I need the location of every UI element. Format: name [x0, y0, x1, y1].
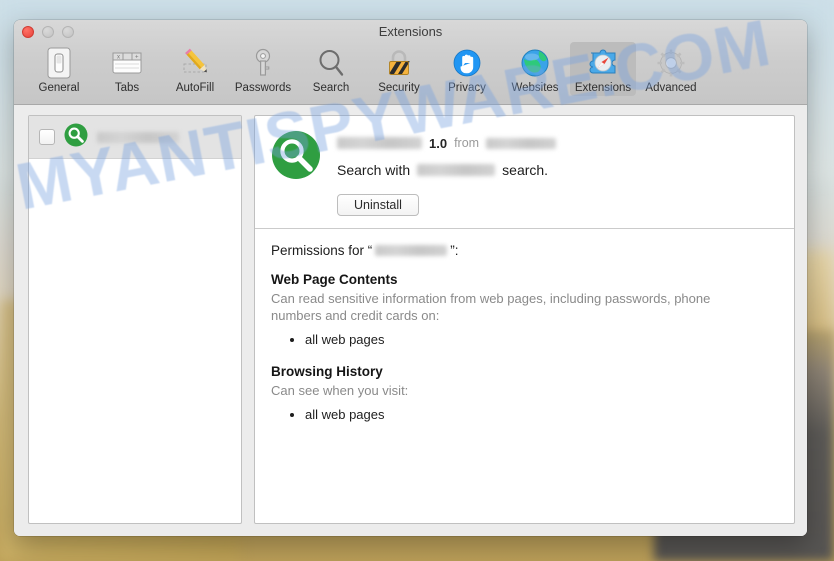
- toolbar-label: Security: [378, 82, 420, 94]
- list-item[interactable]: [29, 116, 241, 159]
- extension-detail-panel: 1.0 from Search with search. Uninstall P…: [254, 115, 795, 524]
- preferences-content: 1.0 from Search with search. Uninstall P…: [14, 105, 807, 536]
- search-icon: [300, 46, 362, 80]
- toolbar-label: Advanced: [645, 82, 697, 94]
- toolbar-label: Extensions: [574, 82, 632, 94]
- autofill-icon: [164, 46, 226, 80]
- toolbar-label: Privacy: [448, 82, 486, 94]
- toolbar-item-passwords[interactable]: Passwords: [230, 42, 296, 96]
- toolbar-label: General: [38, 82, 80, 94]
- toolbar-item-security[interactable]: Security: [366, 42, 432, 96]
- permission-group-title: Browsing History: [271, 363, 383, 379]
- toolbar-item-privacy[interactable]: Privacy: [434, 42, 500, 96]
- privacy-icon: [436, 46, 498, 80]
- description-name-redacted: [417, 164, 496, 176]
- toolbar-label: AutoFill: [175, 82, 215, 94]
- extension-detail-header: 1.0 from Search with search. Uninstall: [255, 116, 794, 229]
- permission-group-title: Web Page Contents: [271, 272, 398, 287]
- extension-name-redacted: [337, 137, 422, 149]
- toolbar-item-extensions[interactable]: Extensions: [570, 42, 636, 96]
- toolbar-label: Websites: [511, 82, 559, 94]
- svg-text:x: x: [117, 55, 120, 61]
- tabs-icon: x +: [96, 46, 158, 80]
- permission-bullet: all web pages: [305, 405, 778, 425]
- toolbar-label: Tabs: [114, 82, 140, 94]
- general-icon: [28, 46, 90, 80]
- permission-group-browsing-history: Browsing History Can see when you visit:…: [271, 364, 778, 425]
- extension-list[interactable]: [28, 115, 242, 524]
- toolbar-label: Passwords: [234, 82, 292, 94]
- permission-bullet: all web pages: [305, 330, 778, 350]
- toolbar-item-search[interactable]: Search: [298, 42, 364, 96]
- extension-publisher-redacted: [486, 137, 557, 149]
- toolbar-item-tabs[interactable]: x + Tabs: [94, 42, 160, 96]
- permission-bullet-list: all web pages: [271, 330, 778, 350]
- websites-icon: [504, 46, 566, 80]
- window-titlebar: Extensions General x + Tabs AutoFill Pas…: [14, 20, 807, 105]
- permissions-extension-name-redacted: [375, 245, 448, 256]
- toolbar-item-autofill[interactable]: AutoFill: [162, 42, 228, 96]
- toolbar-label: Search: [312, 82, 350, 94]
- security-icon: [368, 46, 430, 80]
- permissions-heading: Permissions for “ ”:: [271, 243, 778, 258]
- uninstall-button[interactable]: Uninstall: [337, 194, 419, 216]
- permissions-heading-prefix: Permissions for “: [271, 243, 373, 258]
- permissions-section: Permissions for “ ”: Web Page Contents C…: [255, 229, 794, 434]
- svg-text:+: +: [135, 55, 139, 61]
- description-suffix: search.: [502, 162, 549, 178]
- extension-version: 1.0: [429, 135, 448, 151]
- from-label: from: [454, 136, 480, 150]
- permission-bullet-list: all web pages: [271, 405, 778, 425]
- toolbar-item-general[interactable]: General: [26, 42, 92, 96]
- preferences-toolbar: General x + Tabs AutoFill Passwords Sear…: [26, 42, 704, 96]
- safari-preferences-window: Extensions General x + Tabs AutoFill Pas…: [14, 20, 807, 536]
- window-title: Extensions: [378, 24, 443, 39]
- permission-group-description: Can see when you visit:: [271, 382, 409, 398]
- description-prefix: Search with: [337, 162, 411, 178]
- toolbar-item-advanced[interactable]: Advanced: [638, 42, 704, 96]
- extension-name-redacted: [97, 131, 179, 143]
- extension-description: Search with search.: [337, 162, 778, 178]
- permissions-heading-suffix: ”:: [450, 243, 459, 258]
- permission-group-web-page-contents: Web Page Contents Can read sensitive inf…: [271, 272, 778, 350]
- extensions-icon: [572, 46, 634, 80]
- passwords-icon: [232, 46, 294, 80]
- extension-meta: 1.0 from Search with search. Uninstall: [337, 130, 778, 216]
- extension-enable-checkbox[interactable]: [39, 129, 55, 145]
- advanced-icon: [640, 46, 702, 80]
- permission-group-description: Can read sensitive information from web …: [271, 291, 711, 324]
- toolbar-item-websites[interactable]: Websites: [502, 42, 568, 96]
- extension-title-line: 1.0 from: [337, 134, 778, 152]
- green-magnifier-icon: [64, 123, 88, 152]
- green-magnifier-icon: [271, 130, 321, 216]
